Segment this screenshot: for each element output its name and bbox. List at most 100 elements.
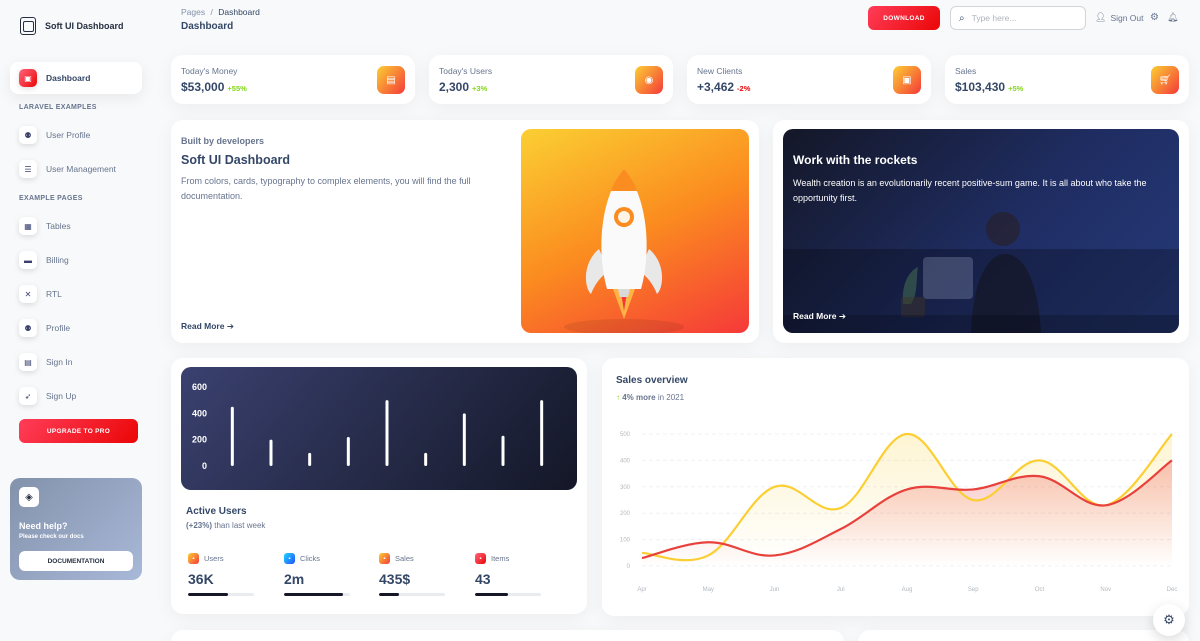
rockets-read-more[interactable]: Read More ➔ bbox=[793, 311, 846, 322]
sidebar-item-label: Billing bbox=[46, 255, 69, 265]
sidebar-item-sign-up[interactable]: ➶ Sign Up bbox=[10, 380, 142, 412]
sidebar-item-label: User Profile bbox=[46, 130, 91, 140]
arrow-right-icon: ➔ bbox=[226, 321, 234, 331]
search-placeholder: Type here... bbox=[971, 13, 1017, 23]
metric-users: ▪ Users 36K bbox=[188, 553, 254, 596]
stat-change: -2% bbox=[737, 84, 751, 93]
rocket-illustration bbox=[521, 129, 749, 333]
globe-icon: ◉ bbox=[635, 66, 663, 94]
section-laravel-examples: LARAVEL EXAMPLES bbox=[19, 104, 97, 111]
x-tick-label: Apr bbox=[637, 587, 646, 593]
y-tick-label: 300 bbox=[620, 485, 631, 491]
x-tick-label: Jun bbox=[770, 587, 780, 593]
rocket-icon bbox=[564, 169, 684, 333]
promo-read-more[interactable]: Read More ➔ bbox=[181, 321, 234, 332]
active-users-bar-chart: 0 200 400 600 bbox=[192, 382, 544, 471]
bar bbox=[501, 435, 505, 466]
sidebar-item-user-profile[interactable]: ⚉ User Profile bbox=[10, 119, 142, 151]
stat-card-users: Today's Users 2,300 +3% ◉ bbox=[429, 55, 673, 104]
stat-label: New Clients bbox=[697, 66, 743, 76]
sidebar-item-tables[interactable]: ▦ Tables bbox=[10, 210, 142, 242]
sidebar-item-billing[interactable]: ▬ Billing bbox=[10, 244, 142, 276]
sidebar-item-label: RTL bbox=[46, 289, 62, 299]
active-users-title: Active Users bbox=[186, 506, 247, 517]
shop-icon: ▣ bbox=[19, 69, 37, 87]
stat-value: +3,462 -2% bbox=[697, 80, 751, 94]
breadcrumb: Pages / Dashboard bbox=[181, 7, 260, 17]
y-tick-label: 400 bbox=[192, 408, 207, 418]
bottom-card-left bbox=[171, 630, 844, 641]
stat-label: Today's Money bbox=[181, 66, 238, 76]
sidebar-item-label: User Management bbox=[46, 164, 116, 174]
breadcrumb-pages[interactable]: Pages bbox=[181, 7, 205, 17]
metric-items: ▪ Items 43 bbox=[475, 553, 541, 596]
x-tick-label: Sep bbox=[968, 587, 979, 593]
sidebar-item-profile[interactable]: ⚉ Profile bbox=[10, 312, 142, 344]
search-input[interactable]: ⌕ Type here... bbox=[950, 6, 1086, 30]
sidebar-item-dashboard[interactable]: ▣ Dashboard bbox=[10, 62, 142, 94]
bar bbox=[385, 400, 389, 466]
x-tick-label: Aug bbox=[902, 587, 913, 593]
wallet-icon: ▪ bbox=[188, 553, 199, 564]
page-title: Dashboard bbox=[181, 21, 234, 32]
stat-card-money: Today's Money $53,000 +55% ▤ bbox=[171, 55, 415, 104]
metric-value: 435$ bbox=[379, 571, 411, 587]
stat-change: +5% bbox=[1008, 84, 1024, 93]
rockets-card: Work with the rockets Wealth creation is… bbox=[773, 120, 1189, 343]
y-tick-label: 600 bbox=[192, 382, 207, 392]
section-example-pages: EXAMPLE PAGES bbox=[19, 195, 83, 202]
sidebar-item-label: Profile bbox=[46, 323, 71, 333]
y-tick-label: 500 bbox=[620, 432, 631, 438]
user-icon: 👤︎ bbox=[1095, 12, 1107, 22]
brand[interactable]: Soft UI Dashboard bbox=[20, 17, 124, 35]
stat-card-clients: New Clients +3,462 -2% ▣ bbox=[687, 55, 931, 104]
stat-card-sales: Sales $103,430 +5% 🛒︎ bbox=[945, 55, 1189, 104]
diamond-icon: ◈ bbox=[19, 487, 39, 507]
logo-icon bbox=[20, 17, 36, 35]
metric-progress bbox=[284, 593, 350, 596]
promo-title: Soft UI Dashboard bbox=[181, 153, 291, 167]
download-button[interactable]: DOWNLOAD bbox=[868, 6, 940, 30]
bar-chart-container: 0 200 400 600 bbox=[181, 367, 577, 490]
y-tick-label: 100 bbox=[620, 538, 631, 544]
pointer-icon: ▪ bbox=[284, 553, 295, 564]
gear-icon: ⚙ bbox=[1163, 612, 1175, 627]
sign-out-link[interactable]: 👤︎ Sign Out bbox=[1095, 12, 1144, 23]
cart-icon: ▪ bbox=[379, 553, 390, 564]
bell-icon[interactable]: 🔔︎ bbox=[1167, 12, 1178, 23]
upgrade-button[interactable]: UPGRADE TO PRO bbox=[19, 419, 138, 443]
bar bbox=[540, 400, 544, 466]
bar bbox=[462, 413, 466, 466]
bar bbox=[308, 452, 312, 466]
x-tick-label: Oct bbox=[1035, 587, 1045, 593]
y-tick-label: 200 bbox=[192, 435, 207, 445]
sidebar-item-label: Sign In bbox=[46, 357, 73, 367]
x-tick-label: Jul bbox=[837, 587, 845, 593]
help-card: ◈ Need help? Please check our docs DOCUM… bbox=[10, 478, 142, 580]
stat-value: $53,000 +55% bbox=[181, 80, 247, 94]
list-icon: ☰ bbox=[19, 160, 37, 178]
settings-fab[interactable]: ⚙ bbox=[1153, 604, 1185, 636]
money-icon: ▤ bbox=[377, 66, 405, 94]
help-subtitle: Please check our docs bbox=[19, 534, 84, 540]
documentation-button[interactable]: DOCUMENTATION bbox=[19, 551, 133, 571]
metric-sales: ▪ Sales 435$ bbox=[379, 553, 445, 596]
breadcrumb-current: Dashboard bbox=[218, 7, 260, 17]
sidebar-item-rtl[interactable]: ✕ RTL bbox=[10, 278, 142, 310]
document-icon: ▤ bbox=[19, 353, 37, 371]
bar bbox=[424, 452, 428, 466]
x-tick-label: Nov bbox=[1100, 587, 1111, 593]
sidebar-item-sign-in[interactable]: ▤ Sign In bbox=[10, 346, 142, 378]
active-users-change: (+23%) bbox=[186, 521, 213, 530]
metric-value: 36K bbox=[188, 571, 214, 587]
sign-out-label: Sign Out bbox=[1110, 12, 1144, 23]
stat-value: 2,300 +3% bbox=[439, 80, 488, 94]
breadcrumb-separator: / bbox=[210, 7, 213, 17]
gear-icon[interactable]: ⚙ bbox=[1150, 12, 1159, 23]
rockets-description: Wealth creation is an evolutionarily rec… bbox=[793, 178, 1147, 203]
table-icon: ▦ bbox=[19, 217, 37, 235]
sidebar-item-label: Tables bbox=[46, 221, 71, 231]
credit-card-icon: ▬ bbox=[19, 251, 37, 269]
promo-kicker: Built by developers bbox=[181, 136, 265, 146]
sidebar-item-user-management[interactable]: ☰ User Management bbox=[10, 153, 142, 185]
